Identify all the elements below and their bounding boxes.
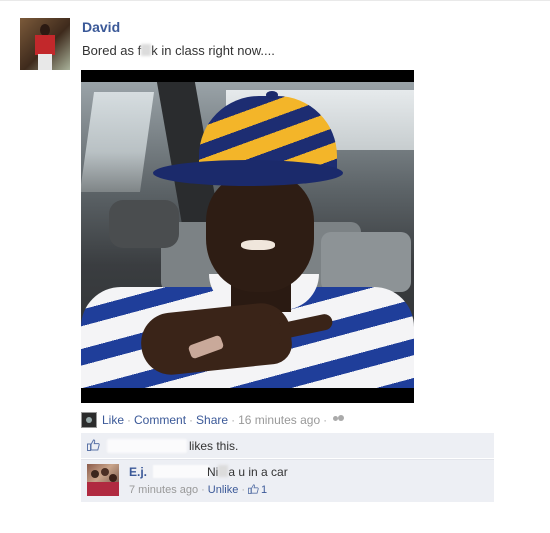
likes-summary: likes this. [81,433,494,458]
top-divider [0,0,550,1]
friends-audience-icon[interactable] [333,415,345,425]
commenter-name-text[interactable]: E.j. [129,465,147,479]
comment-text: Ni a u in a car [207,465,288,479]
separator: · [201,484,205,496]
post-timestamp[interactable]: 16 minutes ago [238,413,320,427]
post-status-text: Bored as f k in class right now.... [82,43,275,58]
thumbs-up-icon [248,484,259,494]
comment-meta: 7 minutes ago · Unlike · 1 [129,484,267,496]
post-photo[interactable] [81,70,414,403]
comment-text-end: a u in a car [228,465,288,479]
author-avatar[interactable] [20,18,70,70]
censor-blur [218,465,229,477]
liker-names-blur[interactable] [107,439,187,453]
commenter-avatar[interactable] [87,464,119,496]
comment: E.j. Ni a u in a car 7 minutes ago · Unlike… [81,459,494,502]
post-actions-bar: Like · Comment · Share · 16 minutes ago · [81,412,345,430]
comment-link[interactable]: Comment [134,413,186,427]
commenter-name[interactable]: E.j. [129,465,210,479]
unlike-link[interactable]: Unlike [208,484,239,496]
comment-text-start: Ni [207,465,219,479]
share-link[interactable]: Share [196,413,228,427]
status-text-end: k in class right now.... [151,43,275,58]
status-text-start: Bored as f [82,43,142,58]
like-link[interactable]: Like [102,413,124,427]
post-author-name[interactable]: David [82,19,120,35]
censor-blur [141,44,152,56]
separator: · [241,484,246,496]
comment-timestamp[interactable]: 7 minutes ago [129,484,198,496]
mobile-app-icon [81,412,97,428]
separator: · [127,413,132,427]
separator: · [231,413,236,427]
likes-text: likes this. [189,439,239,453]
separator: · [189,413,194,427]
comment-like-count[interactable]: 1 [248,484,267,496]
commenter-lastname-blur [153,465,210,478]
photo-image[interactable] [81,82,414,388]
like-count-value[interactable]: 1 [261,484,267,496]
separator: · [323,413,328,427]
thumbs-up-icon [87,439,100,451]
